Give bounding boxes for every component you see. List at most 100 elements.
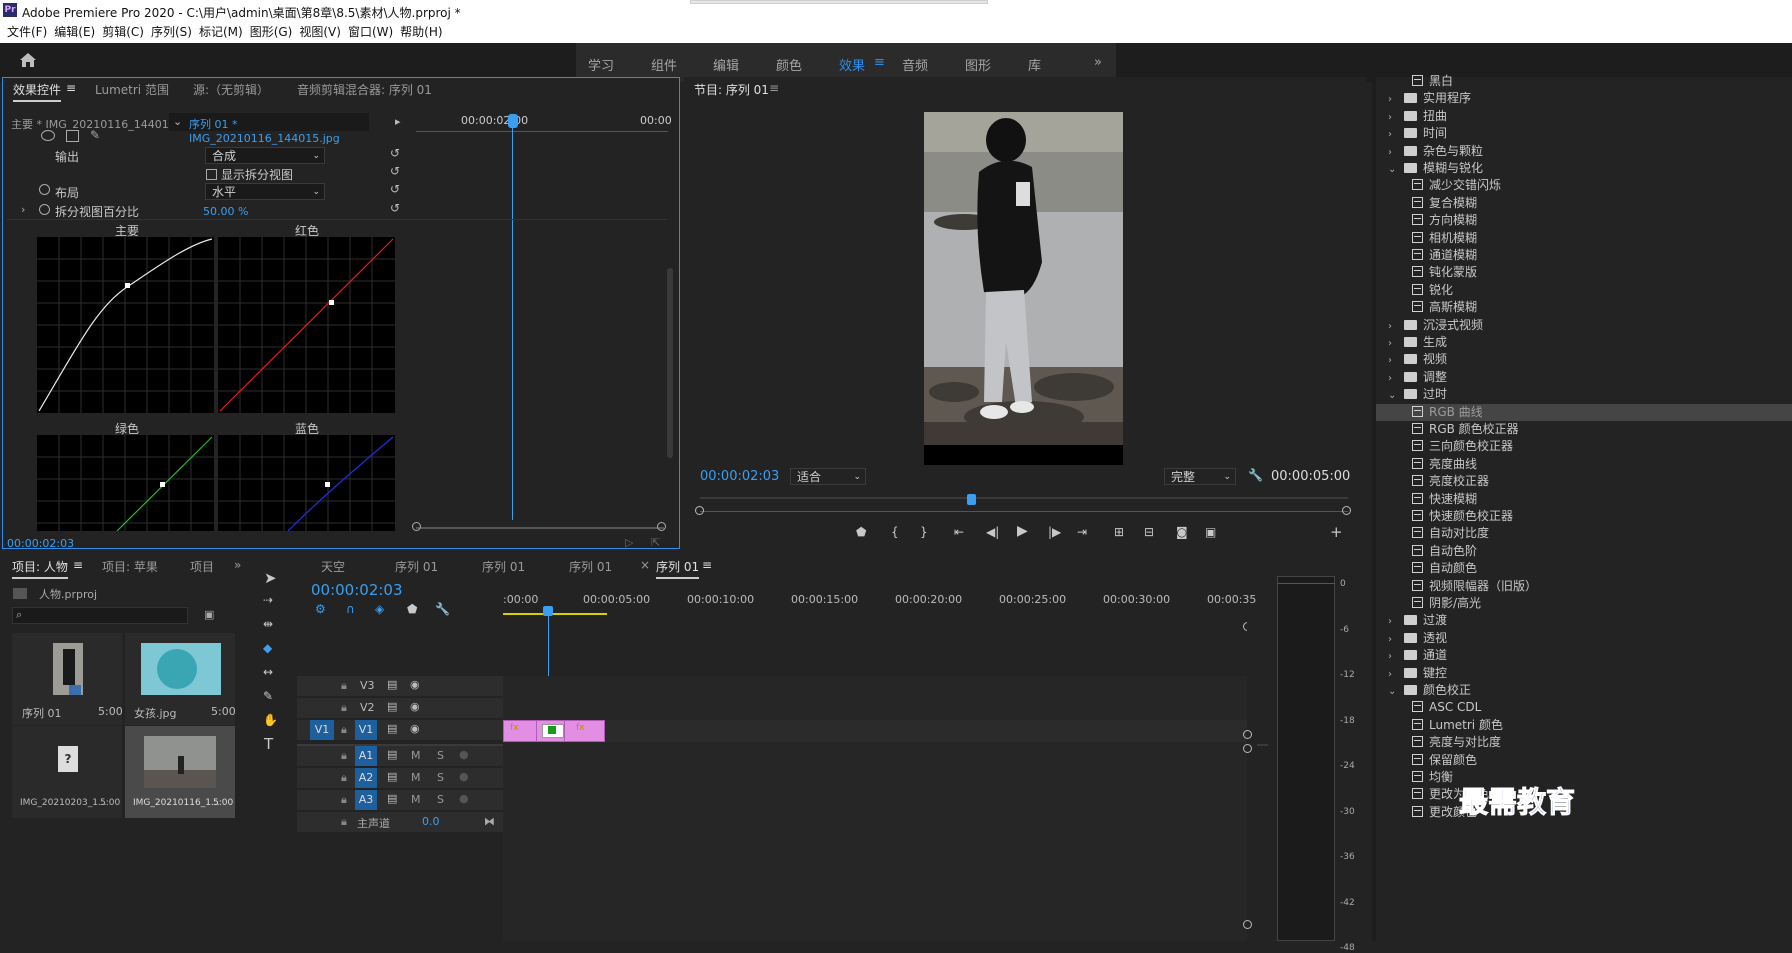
effects-item[interactable]: 锐化	[1372, 282, 1792, 299]
chevron-right-icon[interactable]: ›	[1388, 91, 1398, 108]
video-frame[interactable]	[924, 112, 1123, 465]
project-item-selected[interactable]: IMG_20210116_1... 5:00	[125, 726, 235, 818]
eye-icon[interactable]: ◉	[410, 678, 420, 691]
solo-button[interactable]: S	[437, 793, 444, 806]
ws-graphics[interactable]: 图形	[965, 55, 991, 74]
effects-folder[interactable]: › 时间	[1372, 125, 1792, 142]
play-triangle-icon[interactable]: ▸	[395, 115, 401, 128]
track-label[interactable]: V3	[360, 679, 375, 692]
program-title[interactable]: 节目: 序列 01	[694, 81, 769, 98]
effects-folder[interactable]: › 视频	[1372, 351, 1792, 368]
menu-view[interactable]: 视图(V)	[299, 22, 341, 42]
ws-effects[interactable]: 效果	[839, 55, 865, 74]
project-item[interactable]: 女孩.jpg 5:00	[125, 633, 236, 725]
step-back-icon[interactable]: ◀|	[986, 525, 999, 539]
lock-icon[interactable]: 🔒︎	[341, 701, 347, 715]
overflow-icon[interactable]: »	[234, 558, 241, 572]
ec-scrollbar[interactable]	[667, 268, 673, 458]
effects-item[interactable]: 高斯模糊	[1372, 299, 1792, 316]
ws-learn[interactable]: 学习	[588, 55, 614, 74]
type-tool-icon[interactable]: T	[264, 735, 273, 753]
chevron-right-icon[interactable]: ›	[1388, 144, 1398, 161]
effects-item[interactable]: 快速模糊	[1372, 491, 1792, 508]
work-area-bar[interactable]	[503, 613, 607, 615]
stopwatch-icon[interactable]	[39, 204, 50, 215]
ws-assembly[interactable]: 组件	[651, 55, 677, 74]
selection-tool-icon[interactable]: ➤	[264, 569, 277, 587]
tab-menu-icon[interactable]: ≡	[66, 81, 76, 95]
track-area[interactable]	[503, 676, 1247, 941]
chevron-right-icon[interactable]: ›	[1388, 126, 1398, 143]
chevron-right-icon[interactable]: ›	[1388, 648, 1398, 665]
ripple-edit-tool-icon[interactable]: ⇹	[263, 617, 273, 631]
export-icon[interactable]: ⇱	[651, 536, 660, 549]
effects-item[interactable]: 亮度曲线	[1372, 456, 1792, 473]
effects-folder[interactable]: › 杂色与颗粒	[1372, 143, 1792, 160]
menu-graphics[interactable]: 图形(G)	[250, 22, 293, 42]
timeline-clip[interactable]: fx fx	[503, 720, 605, 742]
play-icon[interactable]: ▶	[1017, 523, 1028, 539]
timeline-tab[interactable]: 天空	[321, 558, 345, 575]
lock-icon[interactable]: 🔒︎	[341, 679, 347, 693]
effects-item[interactable]: 黑白	[1372, 73, 1792, 90]
button-editor-icon[interactable]: +	[1330, 523, 1343, 541]
ws-overflow-icon[interactable]: »	[1094, 55, 1102, 70]
tab-audio-mixer[interactable]: 音频剪辑混合器: 序列 01	[297, 81, 432, 98]
master-volume-value[interactable]: 0.0	[422, 815, 440, 828]
export-frame-icon[interactable]: ◙	[1176, 525, 1188, 539]
go-to-out-icon[interactable]: ⇥	[1077, 525, 1087, 539]
effects-item[interactable]: 快速颜色校正器	[1372, 508, 1792, 525]
tab-lumetri-scopes[interactable]: Lumetri 范围	[95, 81, 169, 98]
menu-file[interactable]: 文件(F)	[7, 22, 47, 42]
effects-item[interactable]: 更改颜色	[1372, 804, 1792, 821]
tab-effect-controls[interactable]: 效果控件	[13, 81, 62, 102]
master-curve-graph[interactable]	[37, 237, 214, 413]
sequence-clip-selector[interactable]: ⌄ 序列 01 * IMG_20210116_144015.jpg	[169, 113, 369, 145]
hand-tool-icon[interactable]: ✋	[263, 713, 278, 727]
solo-button[interactable]: S	[437, 771, 444, 784]
effects-item[interactable]: 亮度校正器	[1372, 473, 1792, 490]
mic-icon[interactable]: ●	[459, 792, 469, 805]
reset-icon[interactable]: ↺	[390, 201, 400, 215]
slip-tool-icon[interactable]: ↔	[263, 665, 273, 679]
mic-icon[interactable]: ●	[459, 770, 469, 783]
effects-folder[interactable]: › 扭曲	[1372, 108, 1792, 125]
chevron-right-icon[interactable]: ›	[1388, 109, 1398, 126]
tab-menu-icon[interactable]: ≡	[702, 558, 712, 572]
effects-item[interactable]: 保留颜色	[1372, 752, 1792, 769]
linked-selection-icon[interactable]: ◈	[375, 602, 384, 616]
effects-folder[interactable]: › 过渡	[1372, 612, 1792, 629]
output-dropdown[interactable]: 合成 ⌄	[205, 147, 325, 164]
chevron-right-icon[interactable]: ›	[1388, 352, 1398, 369]
v-scroll-handle[interactable]	[1243, 920, 1252, 929]
chevron-right-icon[interactable]: ›	[1388, 613, 1398, 630]
effects-folder[interactable]: ⌄ 过时	[1372, 386, 1792, 403]
effects-item[interactable]: Lumetri 颜色	[1372, 717, 1792, 734]
extract-icon[interactable]: ⊟	[1144, 525, 1154, 539]
effects-item[interactable]: ASC CDL	[1372, 699, 1792, 716]
menu-window[interactable]: 窗口(W)	[348, 22, 393, 42]
track-label[interactable]: A1	[355, 746, 377, 766]
razor-tool-icon[interactable]: ◆	[263, 641, 272, 655]
menu-clip[interactable]: 剪辑(C)	[102, 22, 144, 42]
track-select-tool-icon[interactable]: ⇢	[263, 593, 273, 607]
add-marker-icon[interactable]: ⬟	[856, 525, 866, 539]
ws-menu-icon[interactable]: ≡	[874, 55, 885, 70]
effects-item[interactable]: RGB 颜色校正器	[1372, 421, 1792, 438]
program-scrubber[interactable]	[700, 511, 1348, 512]
menu-marker[interactable]: 标记(M)	[199, 22, 243, 42]
eye-icon[interactable]: ◉	[410, 700, 420, 713]
effects-item[interactable]: 自动色阶	[1372, 543, 1792, 560]
reset-icon[interactable]: ↺	[390, 146, 400, 160]
scrub-handle-right[interactable]	[1342, 506, 1351, 515]
track-label[interactable]: V1	[355, 720, 377, 740]
ws-color[interactable]: 颜色	[776, 55, 802, 74]
comparison-view-icon[interactable]: ▣	[1205, 525, 1216, 539]
v-scroll-handle[interactable]	[1243, 730, 1252, 739]
chevron-down-icon[interactable]: ⌄	[1388, 387, 1398, 404]
effects-item[interactable]: 阴影/高光	[1372, 595, 1792, 612]
effects-item[interactable]: 通道模糊	[1372, 247, 1792, 264]
effects-item[interactable]: 钝化蒙版	[1372, 264, 1792, 281]
timeline-vscroll[interactable]	[1247, 617, 1257, 941]
reset-icon[interactable]: ↺	[390, 182, 400, 196]
